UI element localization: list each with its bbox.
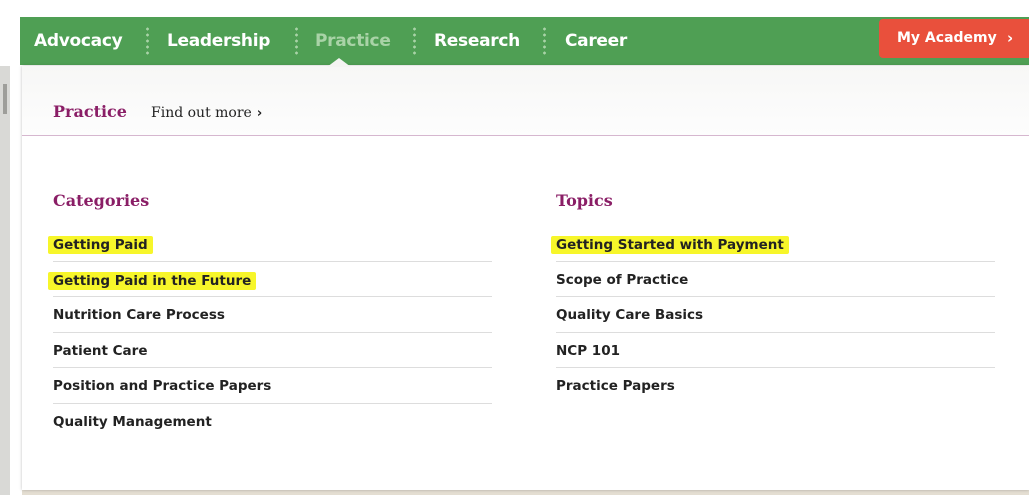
nav-item-career[interactable]: Career: [565, 17, 627, 65]
list-item[interactable]: Quality Management: [53, 404, 492, 440]
topics-list: Getting Started with Payment Scope of Pr…: [551, 226, 995, 404]
list-item[interactable]: Practice Papers: [556, 368, 995, 404]
list-item[interactable]: Patient Care: [53, 333, 492, 369]
nav-separator: [413, 26, 416, 56]
list-item[interactable]: Getting Started with Payment: [551, 226, 995, 262]
topic-link-ncp-101[interactable]: NCP 101: [556, 343, 620, 359]
category-link-getting-paid-future[interactable]: Getting Paid in the Future: [48, 271, 257, 290]
dropdown-header: Practice Find out more ›: [22, 66, 1029, 136]
nav-separator: [295, 26, 298, 56]
find-out-more-label: Find out more: [151, 105, 252, 121]
chevron-right-icon: ›: [1007, 29, 1014, 47]
category-link-patient-care[interactable]: Patient Care: [53, 343, 147, 359]
nav-separator: [146, 26, 149, 56]
topic-link-getting-started-payment[interactable]: Getting Started with Payment: [551, 236, 789, 254]
chevron-right-icon: ›: [256, 106, 263, 121]
topic-link-practice-papers[interactable]: Practice Papers: [556, 378, 675, 394]
main-nav-bar: Advocacy Leadership Practice Research Ca…: [20, 17, 1029, 65]
active-tab-caret-icon: [327, 58, 351, 67]
background-left-strip: [0, 66, 10, 495]
nav-item-leadership[interactable]: Leadership: [167, 17, 270, 65]
list-item[interactable]: Quality Care Basics: [556, 297, 995, 333]
list-item[interactable]: Scope of Practice: [556, 262, 995, 298]
dropdown-title: Practice: [53, 102, 127, 121]
nav-separator: [543, 26, 546, 56]
background-block: [3, 84, 7, 114]
category-link-getting-paid[interactable]: Getting Paid: [48, 236, 153, 254]
category-link-nutrition-care-process[interactable]: Nutrition Care Process: [53, 307, 225, 323]
categories-heading: Categories: [53, 191, 150, 210]
topic-link-scope-of-practice[interactable]: Scope of Practice: [556, 272, 688, 288]
find-out-more-link[interactable]: Find out more ›: [151, 105, 262, 121]
list-item[interactable]: Getting Paid in the Future: [48, 262, 492, 298]
list-item[interactable]: Getting Paid: [48, 226, 492, 262]
topics-heading: Topics: [556, 191, 613, 210]
categories-list: Getting Paid Getting Paid in the Future …: [48, 226, 492, 440]
category-link-position-practice-papers[interactable]: Position and Practice Papers: [53, 378, 271, 394]
list-item[interactable]: Nutrition Care Process: [53, 297, 492, 333]
category-link-quality-management[interactable]: Quality Management: [53, 414, 212, 430]
nav-item-advocacy[interactable]: Advocacy: [34, 17, 123, 65]
topic-link-quality-care-basics[interactable]: Quality Care Basics: [556, 307, 703, 323]
list-item[interactable]: Position and Practice Papers: [53, 368, 492, 404]
list-item[interactable]: NCP 101: [556, 333, 995, 369]
nav-item-research[interactable]: Research: [434, 17, 520, 65]
my-academy-label: My Academy: [897, 30, 997, 46]
my-academy-button[interactable]: My Academy ›: [879, 19, 1029, 58]
practice-dropdown-panel: Practice Find out more › Categories Getti…: [22, 66, 1029, 490]
